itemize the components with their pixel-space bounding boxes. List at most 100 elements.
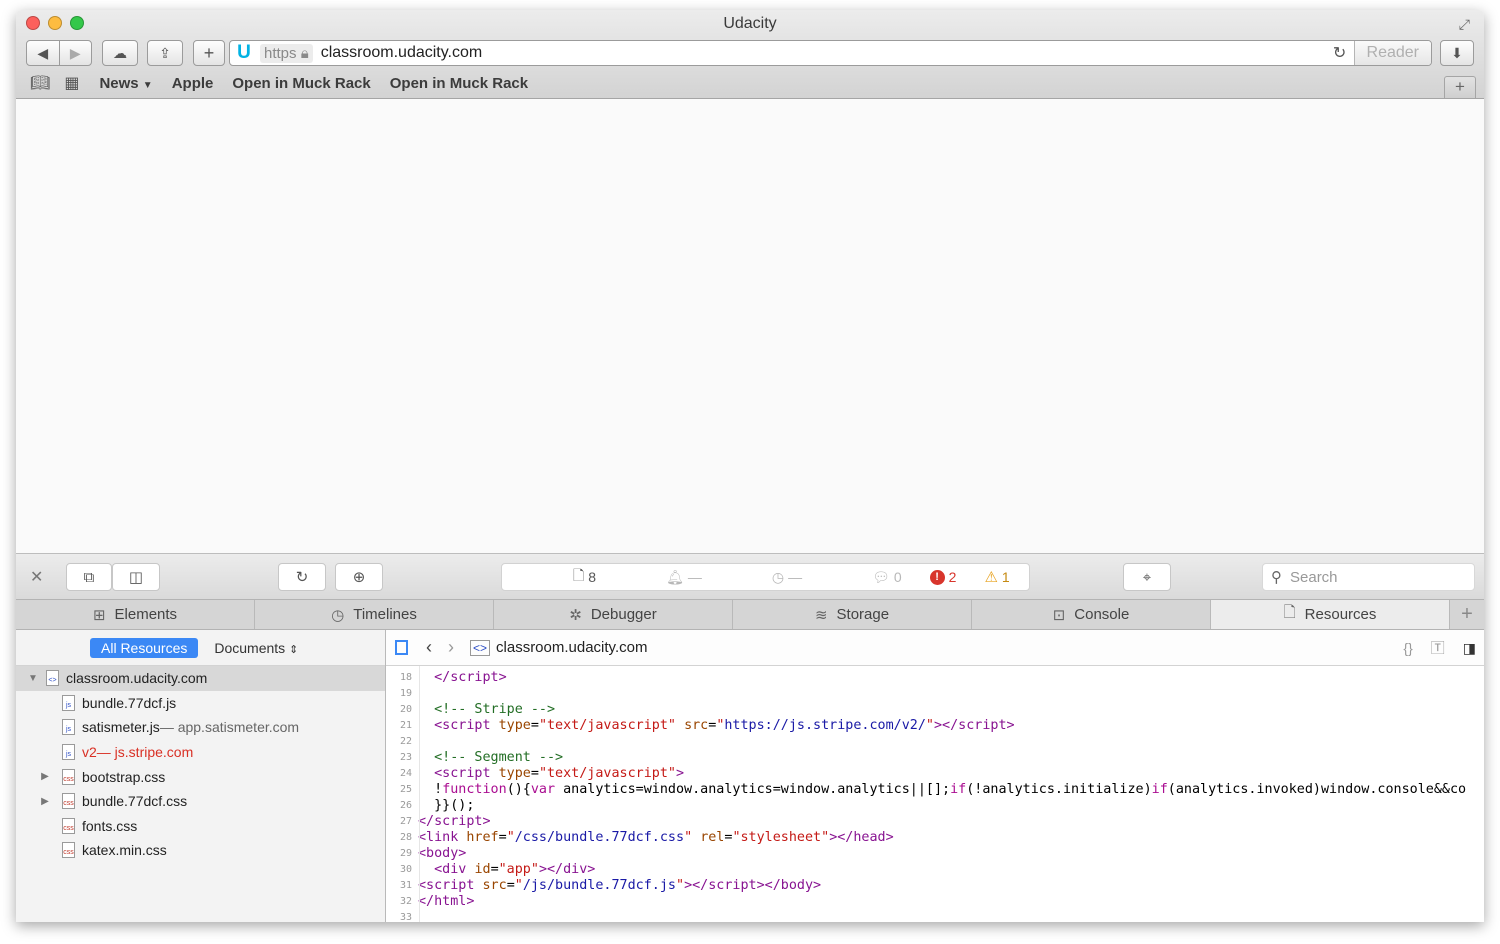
bookmark-apple[interactable]: Apple — [172, 75, 214, 92]
tree-item-resource[interactable]: ▶ css bootstrap.css — [16, 764, 385, 789]
disclosure-expanded-icon[interactable]: ▼ — [26, 673, 40, 684]
resource-size[interactable]: 🔔︎ — — [666, 569, 702, 586]
line-number: 20 — [399, 704, 412, 715]
tree-item-label: classroom.udacity.com — [66, 670, 208, 687]
add-tab-icon[interactable]: + — [1450, 600, 1484, 629]
error-icon: ! — [929, 569, 945, 585]
line-number: 31 — [399, 880, 412, 891]
line-number: 27 — [399, 816, 412, 827]
udacity-favicon-icon: U — [237, 42, 251, 63]
tree-item-label: bundle.77dcf.css — [82, 793, 188, 810]
new-tab-button[interactable]: + — [193, 40, 225, 66]
js-file-icon: js — [62, 744, 75, 761]
css-file-icon: css — [62, 793, 75, 810]
share-button[interactable]: ⇪ — [147, 40, 183, 66]
tree-item-domain: — app.satismeter.com — [159, 719, 300, 736]
log-count[interactable]: 💬︎ 0 — [872, 569, 902, 586]
tab-timelines[interactable]: ◷ Timelines — [255, 600, 494, 629]
document-icon: 🗋︎ — [1283, 604, 1296, 621]
top-sites-grid-icon[interactable]: ▦ — [64, 73, 79, 93]
line-content[interactable]: <body> — [418, 846, 466, 862]
tree-item-resource[interactable]: ▶ css bundle.77dcf.css — [16, 789, 385, 814]
file-doc-icon: <> — [470, 639, 491, 656]
pretty-print-icon[interactable]: {} — [1403, 640, 1412, 656]
tree-item-resource[interactable]: js satismeter.js — app.satismeter.com — [16, 715, 385, 740]
source-navigation-bar: ‹ › <> classroom.udacity.com {} 🅃︎ ◨ — [386, 630, 1484, 666]
forward-arrow-icon[interactable]: ▶ — [59, 45, 91, 62]
line-content[interactable]: </script> — [418, 814, 491, 830]
source-file-name[interactable]: classroom.udacity.com — [496, 639, 647, 656]
forward-chevron-icon[interactable]: › — [448, 637, 454, 658]
dock-side-button[interactable]: ◫ — [112, 563, 160, 591]
line-content[interactable]: <script type="text/javascript" src="http… — [418, 718, 1014, 734]
disclosure-collapsed-icon[interactable]: ▶ — [38, 796, 52, 807]
line-content[interactable]: }}(); — [418, 798, 474, 814]
error-count[interactable]: ! 2 — [929, 569, 956, 585]
close-inspector-icon[interactable]: ✕ — [30, 567, 43, 587]
source-viewer: ‹ › <> classroom.udacity.com {} 🅃︎ ◨ 18 … — [386, 630, 1484, 922]
line-content[interactable]: <!-- Stripe --> — [418, 702, 555, 718]
page-content-area — [16, 99, 1484, 553]
line-content[interactable]: </html> — [418, 894, 474, 910]
code-line: 18 </script> — [386, 670, 1484, 686]
details-sidebar-icon[interactable]: ◨ — [1463, 640, 1476, 657]
line-content[interactable]: <link href="/css/bundle.77dcf.css" rel="… — [418, 830, 894, 846]
tree-item-resource[interactable]: js v2 — js.stripe.com — [16, 740, 385, 765]
bell-icon: 🔔︎ — [666, 568, 684, 585]
detach-inspector-button[interactable]: ⧉ — [66, 563, 112, 591]
tab-storage[interactable]: ≋ Storage — [733, 600, 972, 629]
inspector-toolbar: ✕ ⧉ ◫ ↻ ⊕ 🗋︎ 8 🔔︎ — ◷ — 💬︎ 0 ! 2 ⚠ 1 ⌖ ⚲ Searc… — [16, 553, 1484, 599]
tree-item-label: bundle.77dcf.js — [82, 694, 177, 711]
line-content[interactable]: <!-- Segment --> — [418, 750, 563, 766]
elements-icon: ⊞ — [92, 606, 106, 624]
warning-count[interactable]: ⚠ 1 — [984, 568, 1009, 586]
url-text[interactable]: classroom.udacity.com — [321, 44, 1326, 62]
tab-debugger[interactable]: ✲ Debugger — [494, 600, 733, 629]
line-number: 29 — [399, 848, 412, 859]
line-content[interactable]: <script src="/js/bundle.77dcf.js"></scri… — [418, 878, 821, 894]
bookmark-muck-rack-1[interactable]: Open in Muck Rack — [232, 75, 370, 92]
line-number: 33 — [399, 912, 412, 922]
text-type-icon[interactable]: 🅃︎ — [1431, 638, 1445, 658]
inspector-search-field[interactable]: ⚲ Search — [1262, 563, 1475, 591]
icloud-tabs-button[interactable]: ☁ — [102, 40, 138, 66]
tree-item-resource[interactable]: css fonts.css — [16, 814, 385, 839]
reader-button[interactable]: Reader — [1353, 41, 1431, 65]
filter-all-resources[interactable]: All Resources — [90, 637, 199, 658]
downloads-button[interactable]: ⬇ — [1440, 40, 1474, 66]
tab-resources[interactable]: 🗋︎ Resources — [1211, 600, 1450, 629]
bookmark-muck-rack-2[interactable]: Open in Muck Rack — [390, 75, 528, 92]
resource-count[interactable]: 🗋︎ 8 — [573, 565, 596, 589]
address-bar[interactable]: U https 🔒︎ classroom.udacity.com ↻ Reade… — [229, 40, 1432, 66]
line-content[interactable]: <script type="text/javascript"> — [418, 766, 684, 782]
fullscreen-icon[interactable]: ⤢ — [1459, 16, 1470, 33]
tree-item-resource[interactable]: js bundle.77dcf.js — [16, 691, 385, 716]
inspect-element-button[interactable]: ⌖ — [1123, 563, 1171, 591]
tree-item-resource[interactable]: css katex.min.css — [16, 838, 385, 863]
back-arrow-icon[interactable]: ◀ — [27, 45, 59, 62]
add-tab-button[interactable]: + — [1444, 76, 1476, 98]
tree-item-label: satismeter.js — [82, 719, 160, 736]
inspector-dashboard: 🗋︎ 8 🔔︎ — ◷ — 💬︎ 0 ! 2 ⚠ 1 — [501, 563, 1030, 591]
reload-icon[interactable]: ↻ — [1326, 43, 1354, 63]
bookmark-news[interactable]: News ▼ — [99, 75, 152, 92]
code-line: 19 — [386, 686, 1484, 702]
tree-item-main-document[interactable]: ▼ <> classroom.udacity.com — [16, 666, 385, 691]
tab-console[interactable]: ⊡ Console — [972, 600, 1211, 629]
line-content[interactable]: !function(){var analytics=window.analyti… — [418, 782, 1466, 798]
html-document-icon: <> — [46, 670, 59, 687]
download-circle-icon: ⊕ — [352, 569, 366, 586]
line-content[interactable]: <div id="app"></div> — [418, 862, 595, 878]
reload-page-button[interactable]: ↻ — [278, 563, 326, 591]
tab-elements[interactable]: ⊞ Elements — [16, 600, 255, 629]
download-archive-button[interactable]: ⊕ — [335, 563, 383, 591]
code-line: 26 }}(); — [386, 798, 1484, 814]
toggle-sidebar-icon[interactable] — [395, 640, 408, 655]
back-chevron-icon[interactable]: ‹ — [426, 637, 432, 658]
bookmarks-book-icon[interactable]: 📖︎ — [30, 73, 50, 93]
load-time[interactable]: ◷ — — [772, 569, 802, 586]
browser-window: Udacity ⤢ ◀ ▶ ☁ ⇪ + U https 🔒︎ classroom… — [16, 10, 1484, 922]
line-content[interactable]: </script> — [418, 670, 507, 686]
filter-documents-select[interactable]: Documents ⇕ — [214, 640, 298, 656]
disclosure-collapsed-icon[interactable]: ▶ — [38, 771, 52, 782]
